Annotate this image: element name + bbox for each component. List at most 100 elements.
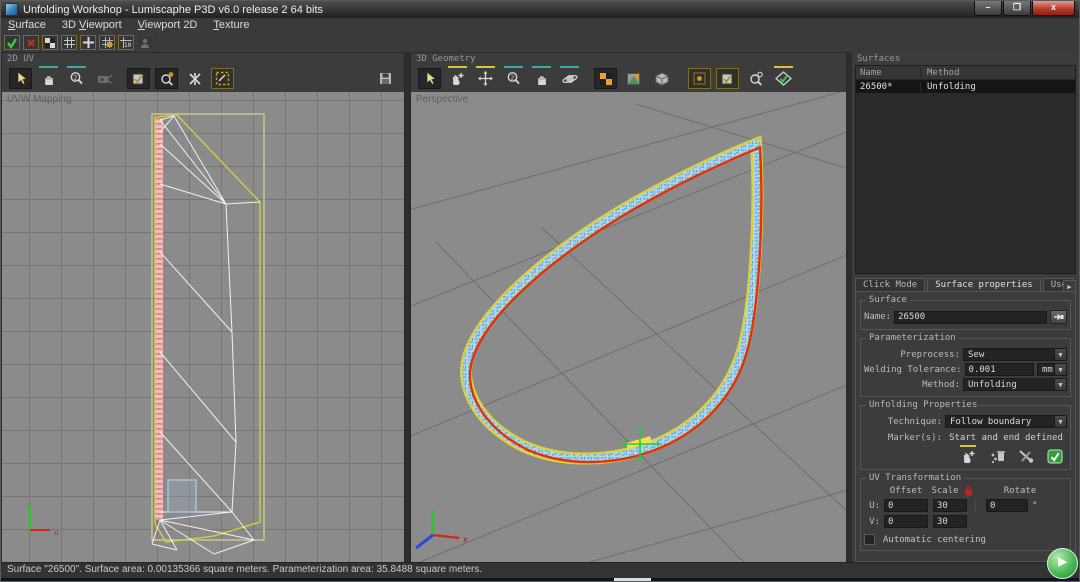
orbit-button[interactable] <box>558 66 581 89</box>
checker-icon <box>599 72 612 85</box>
cursor-icon <box>14 71 28 86</box>
close-button[interactable]: x <box>1032 1 1075 16</box>
v-offset-input[interactable] <box>884 515 928 528</box>
tools-button-2d[interactable] <box>183 68 206 89</box>
move-button[interactable] <box>474 66 497 89</box>
pick-hand-icon <box>1053 313 1064 321</box>
magnifier-icon: 2 <box>69 71 84 86</box>
menu-texture[interactable]: Texture <box>213 19 249 31</box>
maximize-button[interactable]: ❐ <box>1003 1 1031 16</box>
welding-unit-select[interactable]: mm ▼ <box>1037 363 1067 376</box>
name-label: Name: <box>864 312 892 322</box>
solid-view-button[interactable] <box>650 68 673 89</box>
pick-add-button[interactable] <box>446 66 469 89</box>
pointer-plus-icon <box>961 449 976 464</box>
surface-method-cell: Unfolding <box>927 81 976 92</box>
chevron-down-icon: ▼ <box>1054 379 1066 390</box>
zoom-button-2d[interactable]: 2 <box>65 66 88 89</box>
dashed-select-button[interactable] <box>211 68 234 89</box>
rotate-input[interactable] <box>986 499 1028 512</box>
viewport-2d-label: UVW Mapping <box>7 94 72 105</box>
grid-icon <box>63 37 75 48</box>
viewport-3d[interactable]: Perspective x <box>411 92 846 563</box>
zoom-button-3d[interactable]: 2 <box>502 66 525 89</box>
column-name[interactable]: Name <box>856 67 921 78</box>
title-bar[interactable]: Unfolding Workshop - Lumiscaphe P3D v6.0… <box>1 1 1079 18</box>
viewport-2d[interactable]: UVW Mapping u <box>2 92 404 563</box>
status-text: Surface "26500". Surface area: 0.0013536… <box>7 564 483 575</box>
grid-display-button[interactable] <box>61 35 77 50</box>
marker-tools-button[interactable] <box>1016 447 1036 465</box>
hand-icon <box>42 72 56 86</box>
method-label: Method: <box>922 379 960 390</box>
zoom-settings-button-2d[interactable] <box>155 68 178 89</box>
pan-hand-button-3d[interactable] <box>530 66 553 89</box>
checker-display-button[interactable] <box>42 35 58 50</box>
automatic-centering-label: Automatic centering <box>883 534 986 545</box>
preprocess-select[interactable]: Sew ▼ <box>963 348 1067 361</box>
u-scale-input[interactable] <box>933 499 967 512</box>
select-arrow-button[interactable] <box>9 68 32 89</box>
checker-view-button[interactable] <box>594 68 617 89</box>
pointer-plus-icon <box>450 71 465 86</box>
crosshair-button[interactable] <box>80 35 96 50</box>
apply-markers-button[interactable] <box>1045 447 1065 465</box>
marker-status: Start and end defined <box>949 433 1063 443</box>
confirm-button[interactable] <box>4 35 20 50</box>
delete-marker-button[interactable] <box>987 447 1007 465</box>
user-button[interactable] <box>137 35 153 50</box>
unfolding-properties-group: Unfolding Properties Technique: Follow b… <box>860 400 1071 470</box>
pick-surface-button[interactable] <box>1050 310 1067 324</box>
pan-hand-button[interactable] <box>37 66 60 89</box>
magnifier-icon: 2 <box>506 71 521 86</box>
apply-fab-button[interactable]: ▶ <box>1047 548 1078 579</box>
select-arrow-button-3d[interactable] <box>418 68 441 89</box>
table-row[interactable]: 26500* Unfolding <box>856 80 1075 93</box>
tabs-scroll-right-button[interactable]: ▶ <box>1063 280 1076 291</box>
content-area: 2D UV 2 UVW Mapping u 3D Geometry 2 Pers… <box>1 52 1079 564</box>
add-marker-button[interactable] <box>958 445 978 465</box>
unfold-check-button[interactable] <box>772 66 795 89</box>
method-select[interactable]: Unfolding ▼ <box>963 378 1067 391</box>
xyz-axis-gizmo: x <box>415 510 468 550</box>
menu-bar: Surface 3D Viewport Viewport 2D Texture <box>1 18 1079 32</box>
cancel-button[interactable] <box>23 35 39 50</box>
validate-selection-button-2d[interactable] <box>127 68 150 89</box>
minimize-button[interactable]: – <box>974 1 1002 16</box>
zoom-settings-button-3d[interactable] <box>744 68 767 89</box>
texture-view-button[interactable] <box>622 68 645 89</box>
tab-click-mode[interactable]: Click Mode <box>855 278 926 291</box>
taskbar-window-sliver <box>614 578 651 581</box>
column-method[interactable]: Method <box>921 68 1075 78</box>
v-label: V: <box>869 516 880 527</box>
move-cross-icon <box>478 71 493 86</box>
panel-3d-title: 3D Geometry <box>416 54 476 64</box>
u-label: U: <box>869 500 880 511</box>
menu-3d-viewport[interactable]: 3D Viewport <box>62 19 122 31</box>
welding-tolerance-input[interactable] <box>964 363 1034 376</box>
grid-10-button[interactable]: 10 <box>118 35 134 50</box>
tab-surface-properties[interactable]: Surface properties <box>927 278 1041 291</box>
grid-texture-button[interactable] <box>99 35 115 50</box>
tools-icon <box>188 72 202 86</box>
unfold-check-icon <box>775 71 792 86</box>
save-uv-button[interactable] <box>374 68 397 89</box>
scale-lock-icon[interactable] <box>964 486 973 496</box>
u-offset-input[interactable] <box>884 499 928 512</box>
automatic-centering-checkbox[interactable] <box>864 534 875 545</box>
technique-select[interactable]: Follow boundary ▼ <box>945 415 1067 428</box>
projector-button[interactable] <box>93 68 116 89</box>
checkbox-icon <box>721 72 734 85</box>
marker-select-button[interactable] <box>688 68 711 89</box>
status-bar: Surface "26500". Surface area: 0.0013536… <box>1 562 1079 578</box>
hand-icon <box>535 72 549 86</box>
welding-tolerance-label: Welding Tolerance: <box>864 364 962 375</box>
surfaces-header-row[interactable]: Name Method <box>856 66 1075 80</box>
v-scale-input[interactable] <box>933 515 967 528</box>
menu-surface[interactable]: Surface <box>8 19 46 31</box>
surfaces-table: Name Method 26500* Unfolding <box>855 65 1076 275</box>
toolbar-2d: 2 <box>2 65 404 92</box>
menu-viewport-2d[interactable]: Viewport 2D <box>138 19 198 31</box>
validate-selection-button-3d[interactable] <box>716 68 739 89</box>
name-input[interactable] <box>894 310 1047 324</box>
